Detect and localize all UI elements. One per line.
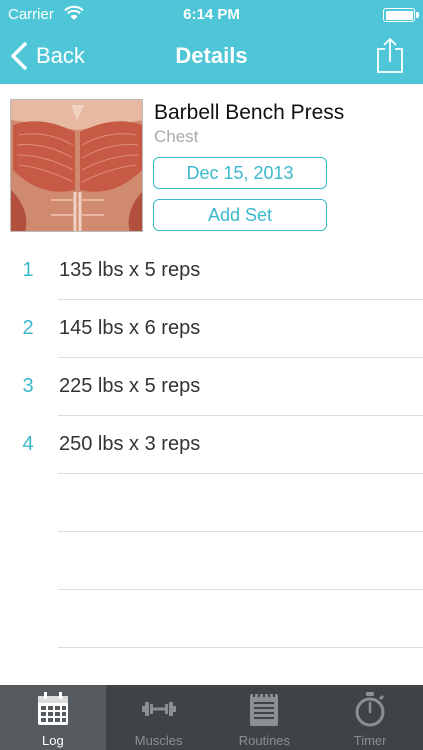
navigation-bar: Back Details	[0, 30, 423, 84]
empty-row	[0, 474, 423, 532]
list-item[interactable]: 1 135 lbs x 5 reps	[0, 242, 423, 300]
dumbbell-icon	[141, 702, 176, 716]
date-button[interactable]: Dec 15, 2013	[153, 157, 327, 189]
tab-muscles[interactable]: Muscles	[106, 685, 212, 750]
share-icon[interactable]	[375, 36, 405, 74]
set-number: 4	[22, 433, 34, 455]
clock: 6:14 PM	[183, 6, 240, 23]
chest-muscle-illustration	[11, 100, 142, 231]
empty-row	[0, 532, 423, 590]
exercise-summary: Barbell Bench Press Chest Dec 15, 2013 A…	[0, 84, 423, 246]
add-set-button[interactable]: Add Set	[153, 199, 327, 231]
exercise-name: Barbell Bench Press	[154, 101, 345, 124]
tab-bar: Log Muscles Routines Timer	[0, 685, 423, 750]
set-detail: 135 lbs x 5 reps	[59, 259, 201, 281]
set-number: 3	[22, 375, 34, 397]
set-number: 1	[22, 259, 34, 281]
exercise-image	[10, 99, 143, 232]
list-item[interactable]: 2 145 lbs x 6 reps	[0, 300, 423, 358]
set-detail: 250 lbs x 3 reps	[59, 433, 201, 455]
list-item[interactable]: 3 225 lbs x 5 reps	[0, 358, 423, 416]
empty-row	[0, 590, 423, 648]
set-detail: 225 lbs x 5 reps	[59, 375, 201, 397]
list-item[interactable]: 4 250 lbs x 3 reps	[0, 416, 423, 474]
tab-label: Routines	[238, 733, 291, 748]
tab-routines[interactable]: Routines	[212, 685, 318, 750]
tab-label: Muscles	[134, 733, 183, 748]
set-number: 2	[22, 317, 34, 339]
status-bar: Carrier 6:14 PM	[0, 0, 423, 30]
set-detail: 145 lbs x 6 reps	[59, 317, 201, 339]
tab-timer[interactable]: Timer	[317, 685, 423, 750]
sets-list: 1 135 lbs x 5 reps 2 145 lbs x 6 reps 3 …	[0, 242, 423, 682]
stopwatch-icon	[355, 692, 385, 727]
tab-log[interactable]: Log	[0, 685, 106, 750]
calendar-icon	[37, 692, 68, 725]
page-title: Details	[175, 43, 248, 68]
notepad-icon	[250, 692, 279, 726]
tab-label: Log	[42, 733, 64, 748]
battery-icon	[383, 8, 415, 22]
header: Carrier 6:14 PM Back Details	[0, 0, 423, 84]
muscle-group-label: Chest	[154, 127, 199, 146]
battery-tip	[416, 12, 419, 18]
row-divider	[58, 647, 423, 648]
tab-label: Timer	[353, 733, 387, 748]
